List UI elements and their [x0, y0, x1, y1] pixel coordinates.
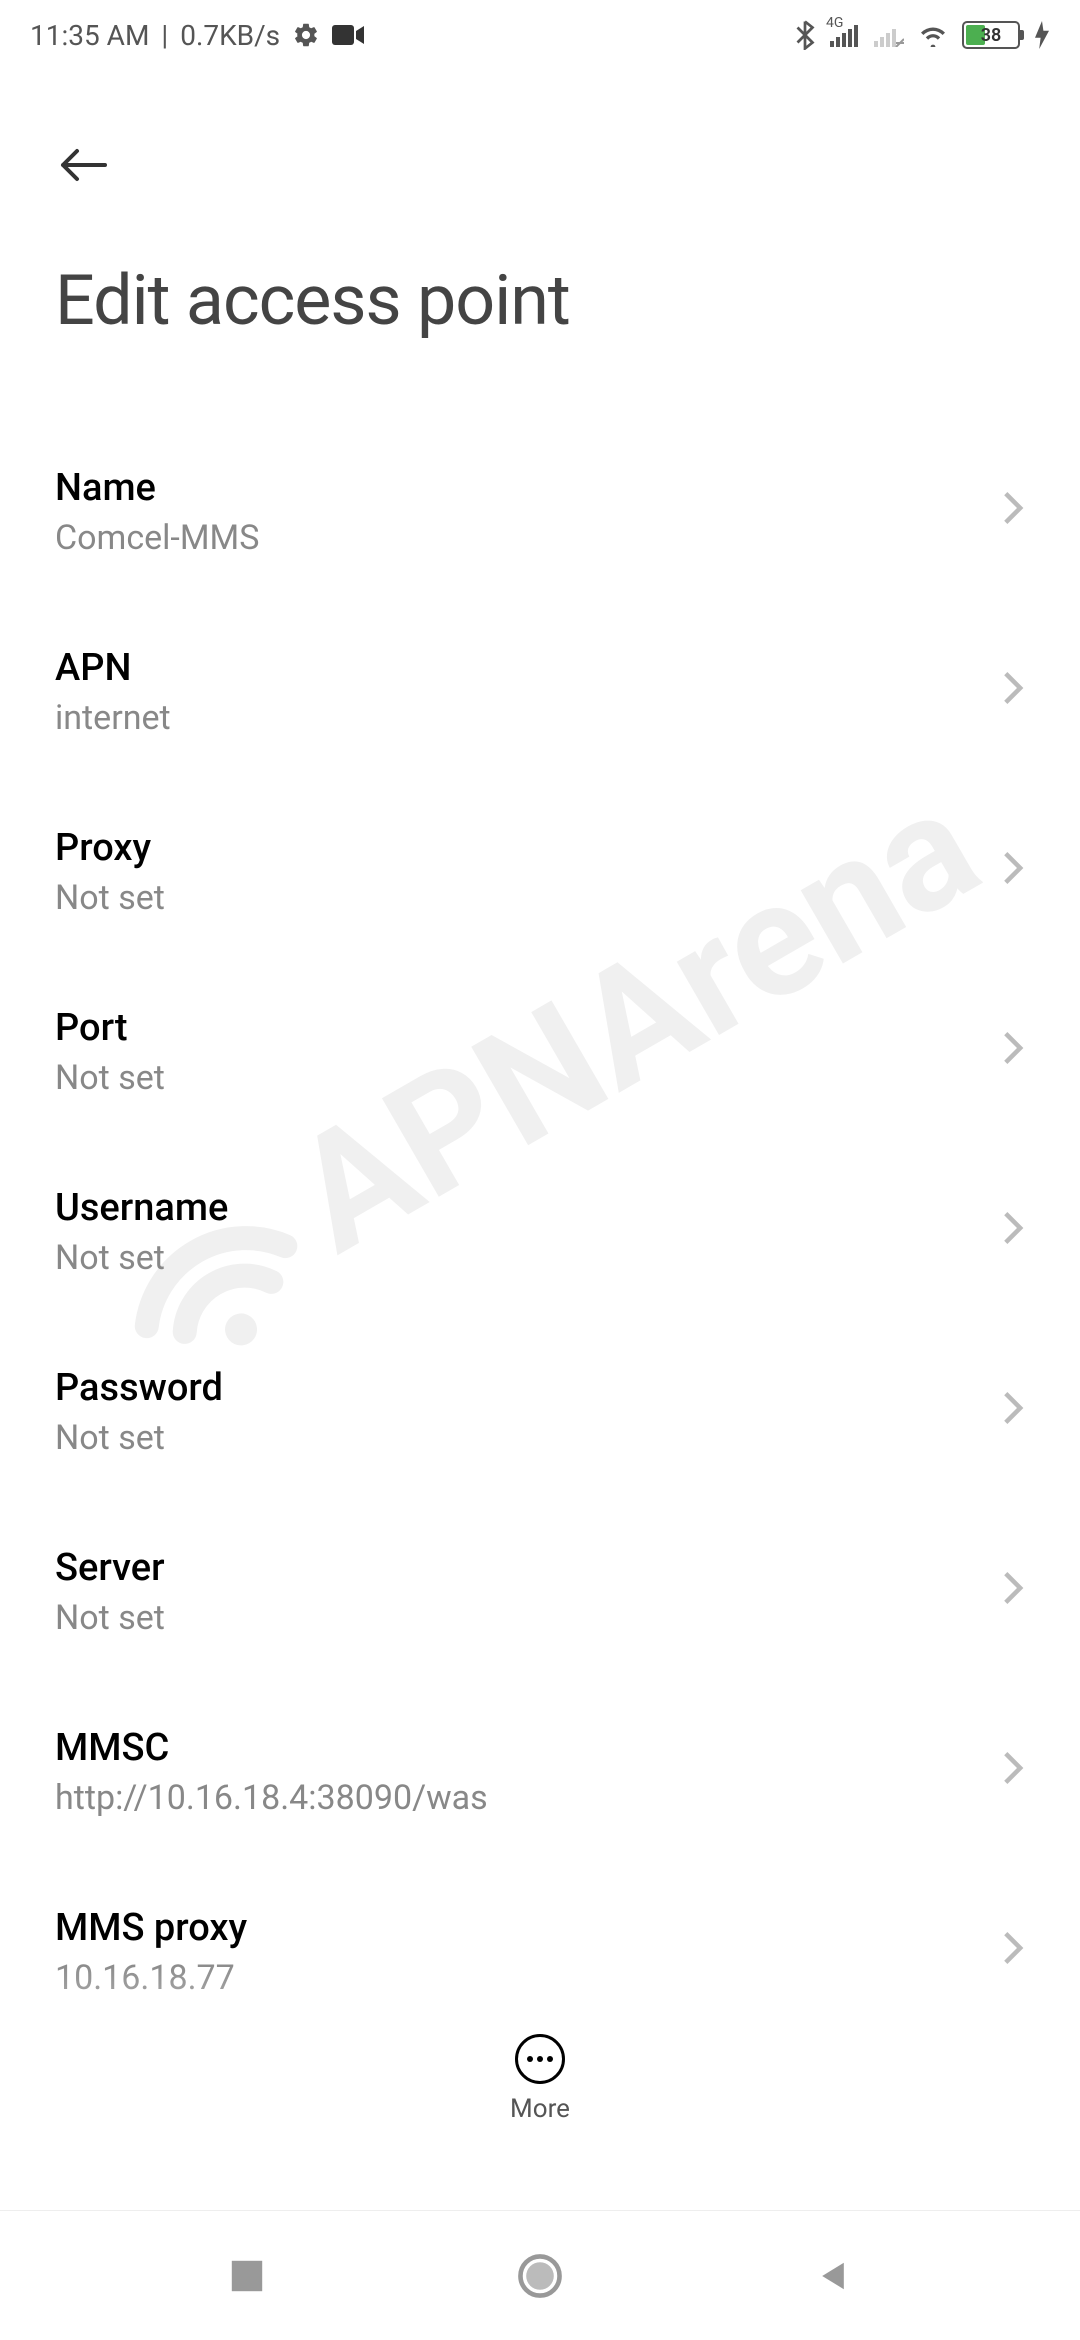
row-apn[interactable]: APN internet	[55, 602, 1025, 782]
square-icon	[228, 2257, 266, 2295]
row-mms-proxy[interactable]: MMS proxy 10.16.18.77	[55, 1862, 1025, 2042]
signal-nosim-icon	[874, 23, 904, 47]
charging-icon	[1034, 21, 1050, 49]
bluetooth-icon	[794, 20, 816, 50]
row-label: APN	[55, 646, 1001, 690]
circle-icon	[517, 2253, 563, 2299]
chevron-right-icon	[1001, 1210, 1025, 1255]
row-server[interactable]: Server Not set	[55, 1502, 1025, 1682]
status-right: 4G 38	[794, 20, 1050, 50]
nav-recents-button[interactable]	[217, 2246, 277, 2306]
chevron-right-icon	[1001, 1030, 1025, 1075]
status-time: 11:35 AM	[30, 19, 149, 52]
chevron-right-icon	[1001, 490, 1025, 535]
more-button[interactable]: More	[0, 2034, 1080, 2124]
status-bar: 11:35 AM | 0.7KB/s 4G 38	[0, 0, 1080, 70]
chevron-right-icon	[1001, 1750, 1025, 1795]
row-port[interactable]: Port Not set	[55, 962, 1025, 1142]
status-left: 11:35 AM | 0.7KB/s	[30, 19, 364, 52]
row-name[interactable]: Name Comcel-MMS	[55, 422, 1025, 602]
chevron-right-icon	[1001, 1930, 1025, 1975]
row-label: MMSC	[55, 1726, 1001, 1770]
row-value: Comcel-MMS	[55, 518, 1001, 558]
header: Edit access point	[0, 70, 1080, 382]
chevron-right-icon	[1001, 850, 1025, 895]
row-value: 10.16.18.77	[55, 1958, 1001, 1998]
chevron-right-icon	[1001, 1390, 1025, 1435]
back-button[interactable]	[55, 130, 125, 200]
row-value: http://10.16.18.4:38090/was	[55, 1778, 1001, 1818]
settings-list: Name Comcel-MMS APN internet Proxy Not s…	[0, 382, 1080, 2042]
page-title: Edit access point	[55, 260, 1025, 342]
row-label: Username	[55, 1186, 1001, 1230]
chevron-right-icon	[1001, 1570, 1025, 1615]
status-speed: 0.7KB/s	[180, 19, 280, 52]
row-label: Password	[55, 1366, 1001, 1410]
row-username[interactable]: Username Not set	[55, 1142, 1025, 1322]
row-label: MMS proxy	[55, 1906, 1001, 1950]
gear-icon	[292, 21, 320, 49]
row-value: internet	[55, 698, 1001, 738]
row-proxy[interactable]: Proxy Not set	[55, 782, 1025, 962]
battery-icon: 38	[962, 21, 1020, 49]
row-label: Name	[55, 466, 1001, 510]
row-label: Proxy	[55, 826, 1001, 870]
wifi-icon	[918, 23, 948, 47]
more-icon	[515, 2034, 565, 2084]
nav-home-button[interactable]	[510, 2246, 570, 2306]
nav-back-button[interactable]	[803, 2246, 863, 2306]
row-value: Not set	[55, 1058, 1001, 1098]
chevron-right-icon	[1001, 670, 1025, 715]
row-password[interactable]: Password Not set	[55, 1322, 1025, 1502]
row-mmsc[interactable]: MMSC http://10.16.18.4:38090/was	[55, 1682, 1025, 1862]
signal-4g-icon: 4G	[830, 23, 860, 47]
more-label: More	[510, 2094, 570, 2124]
arrow-left-icon	[55, 145, 115, 185]
camera-icon	[332, 23, 364, 47]
triangle-left-icon	[815, 2258, 851, 2294]
row-value: Not set	[55, 1598, 1001, 1638]
row-value: Not set	[55, 1238, 1001, 1278]
nav-bar	[0, 2210, 1080, 2340]
row-value: Not set	[55, 878, 1001, 918]
row-label: Port	[55, 1006, 1001, 1050]
row-label: Server	[55, 1546, 1001, 1590]
row-value: Not set	[55, 1418, 1001, 1458]
